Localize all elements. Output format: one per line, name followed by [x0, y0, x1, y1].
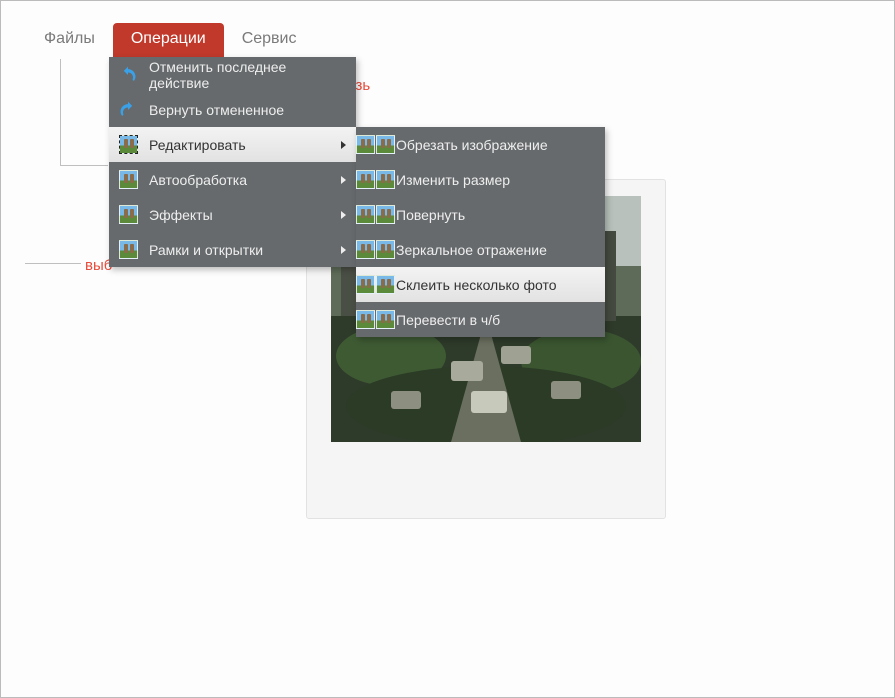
tab-files[interactable]: Файлы: [26, 23, 113, 57]
menu-frames[interactable]: Рамки и открытки: [109, 232, 356, 267]
frames-icon: [117, 239, 139, 261]
submenu-merge-label: Склеить несколько фото: [396, 277, 557, 293]
resize-icon: [364, 169, 386, 191]
menu-redo-label: Вернуть отмененное: [149, 102, 284, 118]
submenu-resize[interactable]: Изменить размер: [356, 162, 605, 197]
undo-icon: [117, 64, 139, 86]
rotate-icon: [364, 204, 386, 226]
chevron-right-icon: [341, 246, 346, 254]
submenu-resize-label: Изменить размер: [396, 172, 510, 188]
bw-icon: [364, 309, 386, 331]
menu-effects-label: Эффекты: [149, 207, 213, 223]
effects-icon: [117, 204, 139, 226]
submenu-merge[interactable]: Склеить несколько фото: [356, 267, 605, 302]
submenu-mirror[interactable]: Зеркальное отражение: [356, 232, 605, 267]
submenu-rotate-label: Повернуть: [396, 207, 465, 223]
submenu-crop[interactable]: Обрезать изображение: [356, 127, 605, 162]
submenu-crop-label: Обрезать изображение: [396, 137, 548, 153]
chevron-right-icon: [341, 211, 346, 219]
tab-operations[interactable]: Операции: [113, 23, 224, 57]
menu-effects[interactable]: Эффекты: [109, 197, 356, 232]
operations-menu: Отменить последнее действие Вернуть отме…: [109, 57, 356, 267]
menu-undo-label: Отменить последнее действие: [149, 59, 346, 91]
guide-line: [60, 165, 108, 166]
redo-icon: [117, 99, 139, 121]
menu-frames-label: Рамки и открытки: [149, 242, 263, 258]
merge-icon: [364, 274, 386, 296]
menu-redo[interactable]: Вернуть отмененное: [109, 92, 356, 127]
app-window: обратная связь редактирование фото выб Ф…: [0, 0, 895, 698]
menubar: Файлы Операции Сервис: [26, 23, 314, 57]
chevron-right-icon: [341, 141, 346, 149]
edit-icon: [117, 134, 139, 156]
menu-auto-label: Автообработка: [149, 172, 247, 188]
tab-service[interactable]: Сервис: [224, 23, 315, 57]
menu-auto[interactable]: Автообработка: [109, 162, 356, 197]
edit-submenu: Обрезать изображение Изменить размер Пов…: [356, 127, 605, 337]
mirror-icon: [364, 239, 386, 261]
menu-undo[interactable]: Отменить последнее действие: [109, 57, 356, 92]
submenu-mirror-label: Зеркальное отражение: [396, 242, 547, 258]
chevron-right-icon: [341, 176, 346, 184]
submenu-rotate[interactable]: Повернуть: [356, 197, 605, 232]
guide-line: [60, 59, 61, 165]
guide-line: [25, 263, 81, 264]
menu-edit[interactable]: Редактировать: [109, 127, 356, 162]
auto-icon: [117, 169, 139, 191]
submenu-bw-label: Перевести в ч/б: [396, 312, 500, 328]
crop-icon: [364, 134, 386, 156]
submenu-bw[interactable]: Перевести в ч/б: [356, 302, 605, 337]
menu-edit-label: Редактировать: [149, 137, 246, 153]
